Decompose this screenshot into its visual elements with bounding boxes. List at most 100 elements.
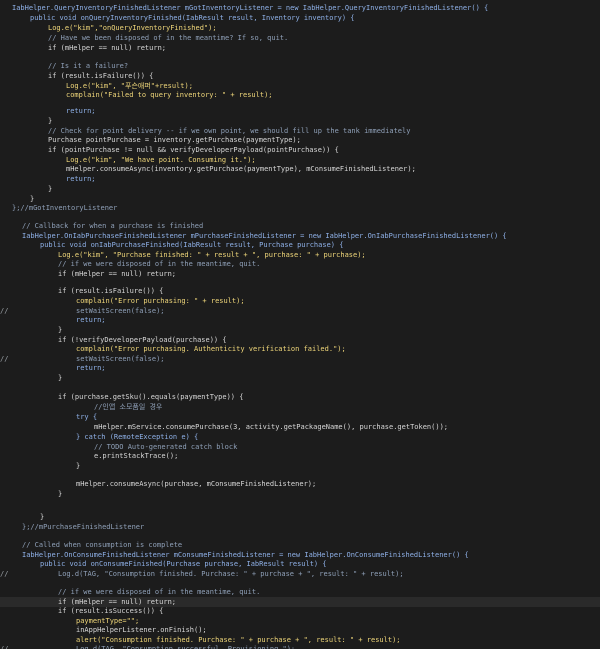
code-text: if (result.isFailure()) { [58,287,164,295]
code-line[interactable]: // Is it a failure? [0,61,600,71]
code-line[interactable]: public void onIabPurchaseFinished(IabRes… [0,240,600,250]
line-comment-marker [0,489,14,499]
code-text: return; [66,107,96,115]
line-comment-marker [0,625,14,635]
line-comment-marker [0,23,14,33]
code-line[interactable]: };//mGotInventoryListener [0,203,600,213]
code-line[interactable]: } [0,116,600,126]
code-line[interactable]: } catch (RemoteException e) { [0,432,600,442]
line-comment-marker [0,240,14,250]
code-text: return; [76,364,106,372]
code-line[interactable]: // Called when consumption is complete [0,540,600,550]
line-comment-marker [0,13,14,23]
line-comment-marker [0,106,14,116]
code-line[interactable]: } [0,373,600,383]
code-line[interactable]: // if we were disposed of in the meantim… [0,587,600,597]
line-comment-marker [0,422,14,432]
code-line[interactable]: inAppHelperListener.onFinish(); [0,625,600,635]
code-line[interactable]: if (mHelper == null) return; [0,269,600,279]
line-comment-marker [0,587,14,597]
code-text: Log.e("kim","onQueryInventoryFinished"); [48,24,217,32]
code-line[interactable]: mHelper.consumeAsync(inventory.getPurcha… [0,164,600,174]
code-text: };//mPurchaseFinishedListener [22,523,145,531]
code-text: inAppHelperListener.onFinish(); [76,626,207,634]
line-comment-marker [0,363,14,373]
line-comment-marker [0,296,14,306]
line-comment-marker [0,61,14,71]
code-line[interactable]: // if we were disposed of in the meantim… [0,259,600,269]
code-line[interactable]: return; [0,106,600,116]
line-comment-marker [0,344,14,354]
line-comment-marker: // [0,645,9,649]
code-text: try { [76,413,98,421]
code-line[interactable]: if (result.isFailure()) { [0,71,600,81]
line-comment-marker [0,315,14,325]
line-comment-marker [0,402,14,412]
code-line[interactable]: // Log.d(TAG, "Consumption finished. Purc… [0,569,600,579]
code-line[interactable]: mHelper.mService.consumePurchase(3, acti… [0,422,600,432]
code-line[interactable]: // Log.d(TAG, "Consumption successful. Pr… [0,644,600,649]
code-line[interactable]: if (result.isFailure()) { [0,286,600,296]
code-text: } [58,490,63,498]
code-line[interactable]: public void onQueryInventoryFinished(Iab… [0,13,600,23]
line-comment-marker [0,90,14,100]
line-comment-marker [0,512,14,522]
line-comment-marker [0,43,14,53]
code-line[interactable]: if (pointPurchase != null && verifyDevel… [0,145,600,155]
code-text: public void onConsumeFinished(Purchase p… [40,560,327,568]
code-line[interactable]: if (purchase.getSku().equals(paymentType… [0,392,600,402]
code-text: public void onIabPurchaseFinished(IabRes… [40,241,344,249]
code-text: complain("Error purchasing: " + result); [76,297,245,305]
code-text: // Called when consumption is complete [22,541,183,549]
code-text: Log.d(TAG, "Consumption finished. Purcha… [58,570,404,578]
code-line[interactable]: public void onConsumeFinished(Purchase p… [0,559,600,569]
code-line[interactable]: } [0,489,600,499]
code-text: return; [76,316,106,324]
code-line[interactable]: return; [0,363,600,373]
code-text: if (mHelper == null) return; [58,270,177,278]
code-line[interactable]: // Callback for when a purchase is finis… [0,221,600,231]
code-line[interactable]: e.printStackTrace(); [0,451,600,461]
code-line[interactable]: try { [0,412,600,422]
code-line[interactable]: if (mHelper == null) return; [0,43,600,53]
code-line[interactable]: // Have we been disposed of in the meant… [0,33,600,43]
code-line[interactable]: complain("Error purchasing: " + result); [0,296,600,306]
code-editor[interactable]: IabHelper.QueryInventoryFinishedListener… [0,0,600,649]
code-line[interactable]: return; [0,174,600,184]
code-text: if (purchase.getSku().equals(paymentType… [58,393,244,401]
code-text: } [76,462,81,470]
code-text: IabHelper.QueryInventoryFinishedListener… [12,4,489,12]
line-comment-marker [0,259,14,269]
code-line[interactable]: complain("Failed to query inventory: " +… [0,90,600,100]
code-line[interactable]: } [0,512,600,522]
line-comment-marker [0,286,14,296]
code-line[interactable]: if (result.isSuccess()) { [0,606,600,616]
code-text: if (result.isSuccess()) { [58,607,164,615]
line-comment-marker [0,325,14,335]
code-line[interactable]: mHelper.consumeAsync(purchase, mConsumeF… [0,479,600,489]
line-comment-marker [0,412,14,422]
code-line[interactable]: } [0,184,600,194]
code-text: if (result.isFailure()) { [48,72,154,80]
line-comment-marker [0,451,14,461]
code-line[interactable]: complain("Error purchasing. Authenticity… [0,344,600,354]
code-line[interactable]: //인앱 소모품일 경우 [0,402,600,412]
code-line[interactable]: } [0,325,600,335]
code-line[interactable]: Purchase pointPurchase = inventory.getPu… [0,135,600,145]
line-comment-marker [0,606,14,616]
code-text: Log.d(TAG, "Consumption successful. Prov… [76,645,296,649]
code-text: } [48,185,53,193]
line-comment-marker [0,522,14,532]
code-line[interactable]: IabHelper.QueryInventoryFinishedListener… [0,3,600,13]
line-comment-marker [0,392,14,402]
code-text: public void onQueryInventoryFinished(Iab… [30,14,355,22]
code-line[interactable]: } [0,461,600,471]
line-comment-marker [0,145,14,155]
code-line[interactable]: return; [0,315,600,325]
code-text: if (mHelper == null) return; [48,44,167,52]
code-line[interactable]: Log.e("kim","onQueryInventoryFinished"); [0,23,600,33]
code-line[interactable]: };//mPurchaseFinishedListener [0,522,600,532]
line-comment-marker [0,116,14,126]
line-comment-marker [0,540,14,550]
code-text: return; [66,175,96,183]
